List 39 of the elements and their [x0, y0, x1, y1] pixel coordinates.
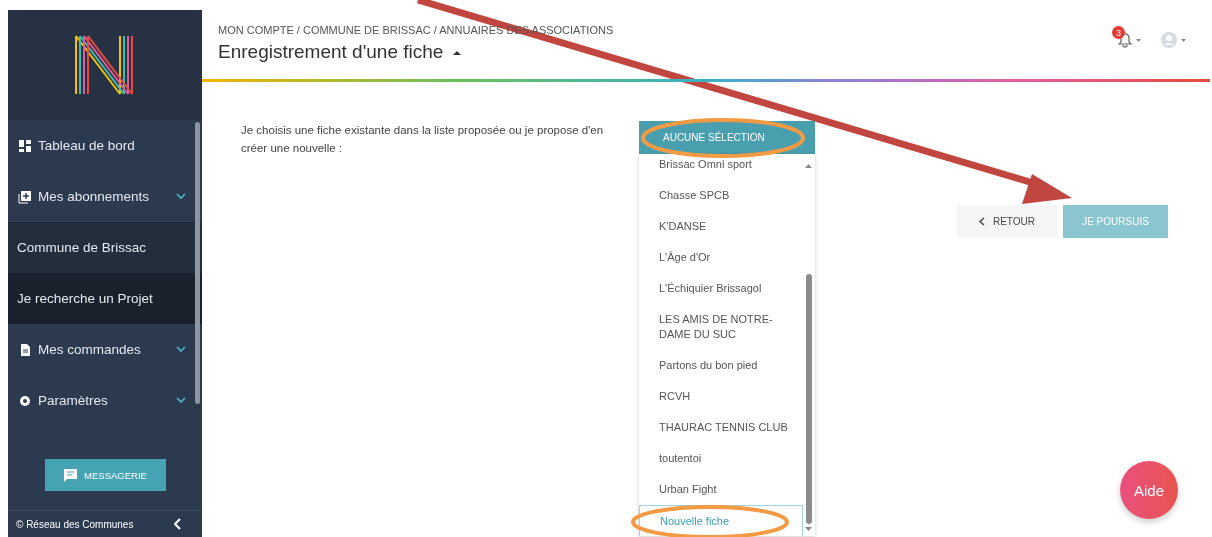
- chat-icon: [63, 467, 79, 483]
- scroll-down-icon: [805, 527, 812, 531]
- user-avatar-icon: [1161, 32, 1177, 48]
- caret-down-icon: [1181, 38, 1186, 42]
- page-title: Enregistrement d'une fiche: [218, 41, 444, 63]
- caret-down-icon: [1136, 38, 1141, 42]
- dropdown-option[interactable]: THAURAC TENNIS CLUB: [639, 412, 803, 443]
- dropdown-option[interactable]: Partons du bon pied: [639, 350, 803, 381]
- menu-item[interactable]: Je recherche un Projet: [8, 273, 202, 324]
- menu-item[interactable]: Tableau de bord: [8, 120, 202, 171]
- bell-icon: [1118, 32, 1132, 48]
- notification-badge: 3: [1112, 26, 1125, 39]
- menu-item[interactable]: Paramètres: [8, 375, 202, 410]
- back-button[interactable]: RETOUR: [957, 205, 1057, 238]
- menu-item[interactable]: Mes abonnements: [8, 171, 202, 222]
- instruction-text: Je choisis une fiche existante dans la liste proposée ou je propose d'en créer une nouvelle :: [241, 123, 605, 156]
- dropdown-option[interactable]: LES AMIS DE NOTRE-DAME DU SUC: [639, 304, 803, 350]
- dropdown-option[interactable]: Brissac Omni sport: [639, 154, 803, 180]
- copyright-text: © Réseau des Communes: [16, 518, 134, 530]
- dropdown-option[interactable]: Urban Fight: [639, 474, 803, 505]
- chevron-left-icon: [978, 217, 985, 226]
- dropdown-option[interactable]: L'Échiquier Brissagol: [639, 273, 803, 304]
- menu-item[interactable]: Mes commandes: [8, 324, 202, 375]
- scrollbar[interactable]: [806, 274, 812, 524]
- dashboard-icon: [18, 138, 32, 153]
- logo-icon: [74, 34, 136, 96]
- menu-item[interactable]: Commune de Brissac: [8, 222, 202, 273]
- dropdown-option[interactable]: toutentoi: [639, 443, 803, 474]
- scrollbar[interactable]: [195, 122, 200, 404]
- dropdown-option[interactable]: L'Âge d'Or: [639, 242, 803, 273]
- dropdown-option[interactable]: RCVH: [639, 381, 803, 412]
- collapse-icon: [174, 518, 182, 530]
- help-button[interactable]: Aide: [1120, 461, 1178, 519]
- dropdown-option[interactable]: Chasse SPCB: [639, 180, 803, 211]
- dropdown-option[interactable]: K'DANSE: [639, 211, 803, 242]
- add-library-icon: [18, 189, 32, 204]
- document-icon: [18, 342, 32, 357]
- scroll-up-icon: [805, 164, 812, 168]
- caret-up-icon: [453, 49, 462, 55]
